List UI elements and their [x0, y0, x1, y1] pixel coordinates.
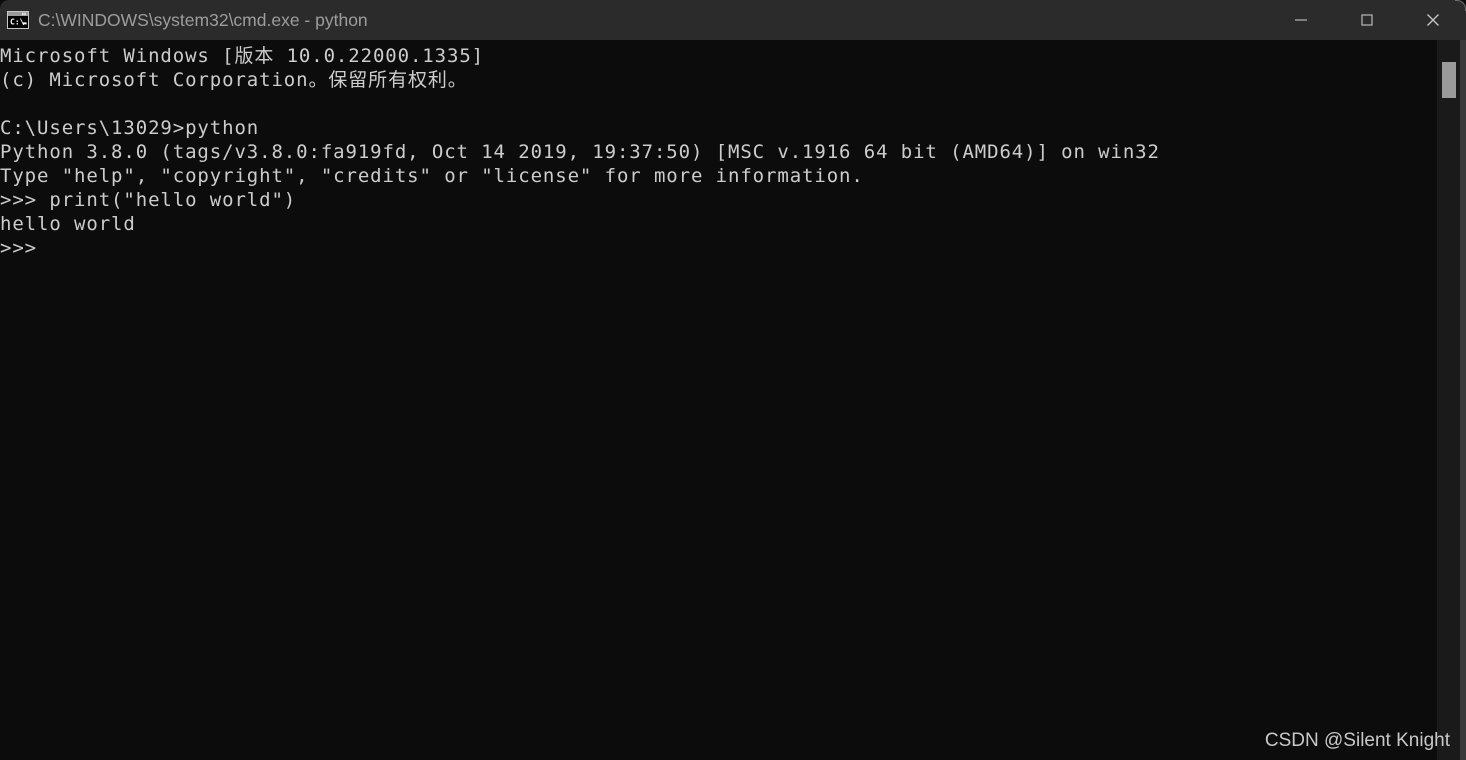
maximize-button[interactable]: [1334, 0, 1400, 40]
minimize-icon: [1295, 19, 1307, 21]
window-titlebar[interactable]: C:\ C:\WINDOWS\system32\cmd.exe - python: [0, 0, 1466, 40]
console-text: Microsoft Windows [版本 10.0.22000.1335] (…: [0, 45, 1160, 259]
minimize-button[interactable]: [1268, 0, 1334, 40]
close-button[interactable]: [1400, 0, 1466, 40]
scrollbar-thumb[interactable]: [1442, 61, 1456, 98]
caption-button-group: [1268, 0, 1466, 40]
window-right-edge: [1460, 40, 1466, 760]
cmd-window: C:\ C:\WINDOWS\system32\cmd.exe - python: [0, 0, 1466, 760]
close-icon: [1427, 14, 1439, 26]
window-title: C:\WINDOWS\system32\cmd.exe - python: [38, 10, 368, 30]
svg-text:C:\: C:\: [10, 18, 25, 27]
cmd-console-icon: C:\: [7, 11, 29, 29]
console-output-area[interactable]: Microsoft Windows [版本 10.0.22000.1335] (…: [0, 40, 1437, 760]
vertical-scrollbar[interactable]: [1437, 40, 1460, 760]
watermark-text: CSDN @Silent Knight: [1264, 730, 1450, 751]
maximize-icon: [1361, 14, 1373, 26]
